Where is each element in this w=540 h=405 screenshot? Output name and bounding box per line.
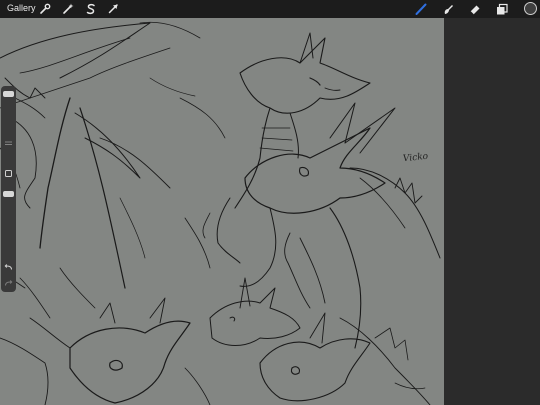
gallery-button[interactable]: Gallery xyxy=(7,3,36,13)
modify-square-icon[interactable] xyxy=(3,168,14,179)
layers-icon[interactable] xyxy=(495,2,509,16)
undo-icon[interactable] xyxy=(3,262,14,273)
left-sidebar xyxy=(1,86,16,292)
top-toolbar: Gallery xyxy=(0,0,540,18)
drawing-canvas[interactable]: Vicko xyxy=(0,18,444,405)
opacity-slider[interactable] xyxy=(3,191,14,197)
selection-s-icon[interactable] xyxy=(84,2,98,16)
color-well[interactable] xyxy=(524,2,537,15)
brush-size-slider[interactable] xyxy=(3,91,14,97)
eraser-icon[interactable] xyxy=(468,2,482,16)
adjustments-wand-icon[interactable] xyxy=(61,2,75,16)
smudge-icon[interactable] xyxy=(441,2,455,16)
transform-arrow-icon[interactable] xyxy=(106,2,120,16)
brush-icon[interactable] xyxy=(414,2,428,16)
modify-button-icon[interactable] xyxy=(3,138,14,149)
dragon-sketch xyxy=(0,21,441,405)
actions-wrench-icon[interactable] xyxy=(38,2,52,16)
workspace-background xyxy=(444,18,540,405)
redo-icon[interactable] xyxy=(3,278,14,289)
